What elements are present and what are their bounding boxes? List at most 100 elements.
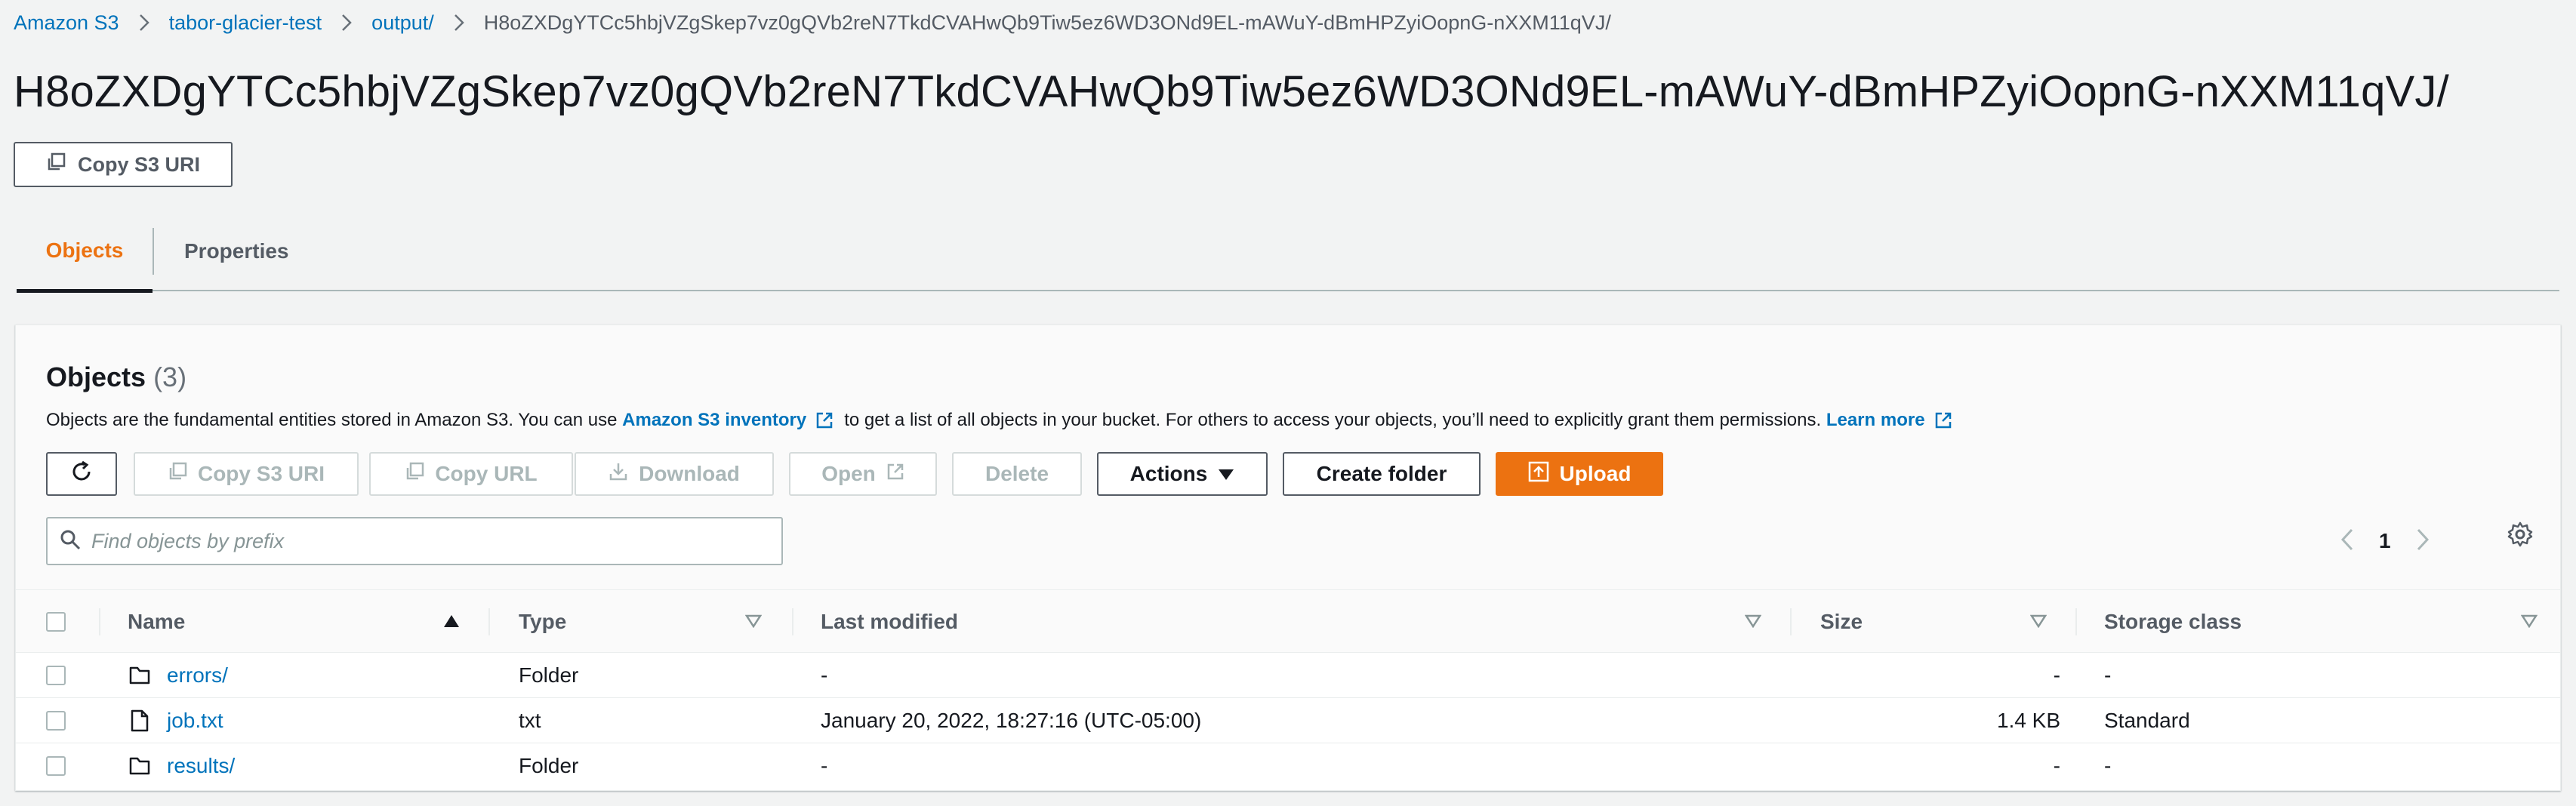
objects-count: (3)	[153, 361, 187, 392]
refresh-button[interactable]	[46, 452, 117, 496]
column-divider	[488, 608, 490, 635]
breadcrumb: Amazon S3 tabor-glacier-test output/ H8o…	[14, 8, 1611, 38]
copy-icon	[168, 462, 187, 487]
pagination: 1	[2340, 518, 2429, 564]
copy-s3-uri-button[interactable]: Copy S3 URI	[14, 142, 233, 187]
objects-title-text: Objects	[46, 361, 146, 392]
row-checkbox[interactable]	[46, 666, 66, 685]
object-name-cell: errors/	[167, 653, 228, 698]
object-name-link[interactable]: job.txt	[167, 709, 223, 733]
objects-panel: Objects (3) Objects are the fundamental …	[15, 325, 2561, 791]
download-icon	[609, 462, 628, 487]
external-link-icon	[1934, 411, 1952, 429]
row-checkbox-cell	[46, 743, 66, 789]
caret-down-icon	[1218, 462, 1234, 486]
folder-icon	[129, 743, 150, 789]
object-last-modified: -	[821, 754, 828, 777]
search-box	[46, 517, 783, 565]
row-checkbox[interactable]	[46, 711, 66, 731]
actions-label: Actions	[1129, 462, 1208, 485]
delete-label: Delete	[984, 462, 1049, 485]
sort-icon[interactable]	[2029, 614, 2048, 632]
object-last-modified: January 20, 2022, 18:27:16 (UTC-05:00)	[821, 709, 1202, 732]
gear-icon[interactable]	[2507, 521, 2533, 551]
page-title: H8oZXDgYTCc5hbjVZgSkep7vz0gQVb2reN7TkdCV…	[14, 67, 2449, 116]
external-link-icon	[886, 462, 904, 486]
breadcrumb-item-bucket[interactable]: tabor-glacier-test	[169, 11, 322, 35]
object-name-cell: job.txt	[167, 698, 223, 743]
objects-desc-text-1: Objects are the fundamental entities sto…	[46, 410, 618, 430]
column-header-storage-class[interactable]: Storage class	[2104, 590, 2242, 654]
chevron-right-icon	[454, 14, 464, 32]
table-row[interactable]: job.txt txt January 20, 2022, 18:27:16 (…	[16, 698, 2560, 743]
column-header-name[interactable]: Name	[128, 590, 185, 654]
column-divider	[99, 608, 100, 635]
chevron-right-icon	[341, 14, 352, 32]
search-input[interactable]	[91, 529, 756, 553]
copy-s3-uri-label: Copy S3 URI	[77, 152, 201, 176]
chevron-left-icon[interactable]	[2340, 528, 2353, 555]
tab-divider	[153, 228, 154, 275]
objects-desc-text-2: to get a list of all objects in your buc…	[844, 410, 1822, 430]
table-header: Name Type Last modified Size Storage cla…	[16, 589, 2560, 653]
object-type: Folder	[519, 754, 579, 777]
tab-objects[interactable]: Objects	[17, 211, 153, 293]
objects-panel-title: Objects (3)	[46, 361, 186, 393]
download-button[interactable]: Download	[575, 452, 774, 496]
object-name-link[interactable]: results/	[167, 754, 235, 778]
column-divider	[792, 608, 793, 635]
column-header-size[interactable]: Size	[1820, 590, 1863, 654]
breadcrumb-item-amazon-s3[interactable]: Amazon S3	[14, 11, 119, 35]
object-storage-class: -	[2104, 663, 2112, 687]
object-type: Folder	[519, 663, 579, 687]
object-size: -	[2053, 663, 2060, 687]
inventory-link[interactable]: Amazon S3 inventory	[622, 410, 806, 431]
row-checkbox-cell	[46, 698, 66, 743]
delete-button[interactable]: Delete	[952, 452, 1082, 496]
actions-dropdown[interactable]: Actions	[1097, 452, 1268, 496]
sort-icon[interactable]	[1744, 614, 1762, 632]
chevron-right-icon	[139, 14, 149, 32]
copy-icon	[46, 152, 66, 177]
column-header-type[interactable]: Type	[519, 590, 566, 654]
object-type: txt	[519, 709, 541, 732]
table-row[interactable]: results/ Folder - - -	[16, 743, 2560, 789]
create-folder-label: Create folder	[1316, 462, 1447, 485]
object-size: -	[2053, 754, 2060, 777]
select-all-checkbox[interactable]	[46, 612, 66, 632]
objects-panel-header: Objects (3) Objects are the fundamental …	[16, 325, 2560, 589]
open-button[interactable]: Open	[789, 452, 937, 496]
object-name-cell: results/	[167, 743, 235, 789]
sort-icon[interactable]	[2520, 614, 2538, 632]
search-icon	[60, 529, 81, 554]
tab-properties[interactable]: Properties	[184, 211, 289, 291]
current-page[interactable]: 1	[2379, 529, 2391, 553]
upload-button[interactable]: Upload	[1496, 452, 1663, 496]
chevron-right-icon[interactable]	[2417, 528, 2429, 555]
breadcrumb-item-output[interactable]: output/	[371, 11, 434, 35]
row-checkbox[interactable]	[46, 756, 66, 776]
upload-label: Upload	[1559, 462, 1632, 485]
upload-icon	[1528, 461, 1549, 488]
sort-icon[interactable]	[744, 614, 763, 632]
learn-more-link[interactable]: Learn more	[1826, 410, 1925, 431]
table-row[interactable]: errors/ Folder - - -	[16, 653, 2560, 698]
sort-ascending-icon[interactable]	[443, 614, 460, 632]
download-label: Download	[639, 462, 740, 485]
create-folder-button[interactable]: Create folder	[1283, 452, 1481, 496]
breadcrumb-current: H8oZXDgYTCc5hbjVZgSkep7vz0gQVb2reN7TkdCV…	[483, 11, 1611, 34]
column-divider	[1790, 608, 1792, 635]
copy-s3-uri-toolbar-button[interactable]: Copy S3 URI	[134, 452, 359, 496]
file-icon	[131, 698, 149, 743]
copy-url-button[interactable]: Copy URL	[369, 452, 573, 496]
column-divider	[2075, 608, 2077, 635]
refresh-icon	[69, 460, 94, 489]
copy-s3-uri-toolbar-label: Copy S3 URI	[197, 462, 325, 485]
column-header-last-modified[interactable]: Last modified	[821, 590, 958, 654]
objects-description: Objects are the fundamental entities sto…	[46, 410, 1963, 431]
external-link-icon	[815, 411, 834, 429]
copy-url-label: Copy URL	[435, 462, 538, 485]
tab-bar: Objects Properties	[17, 211, 2559, 293]
open-label: Open	[821, 462, 876, 485]
object-name-link[interactable]: errors/	[167, 663, 228, 688]
